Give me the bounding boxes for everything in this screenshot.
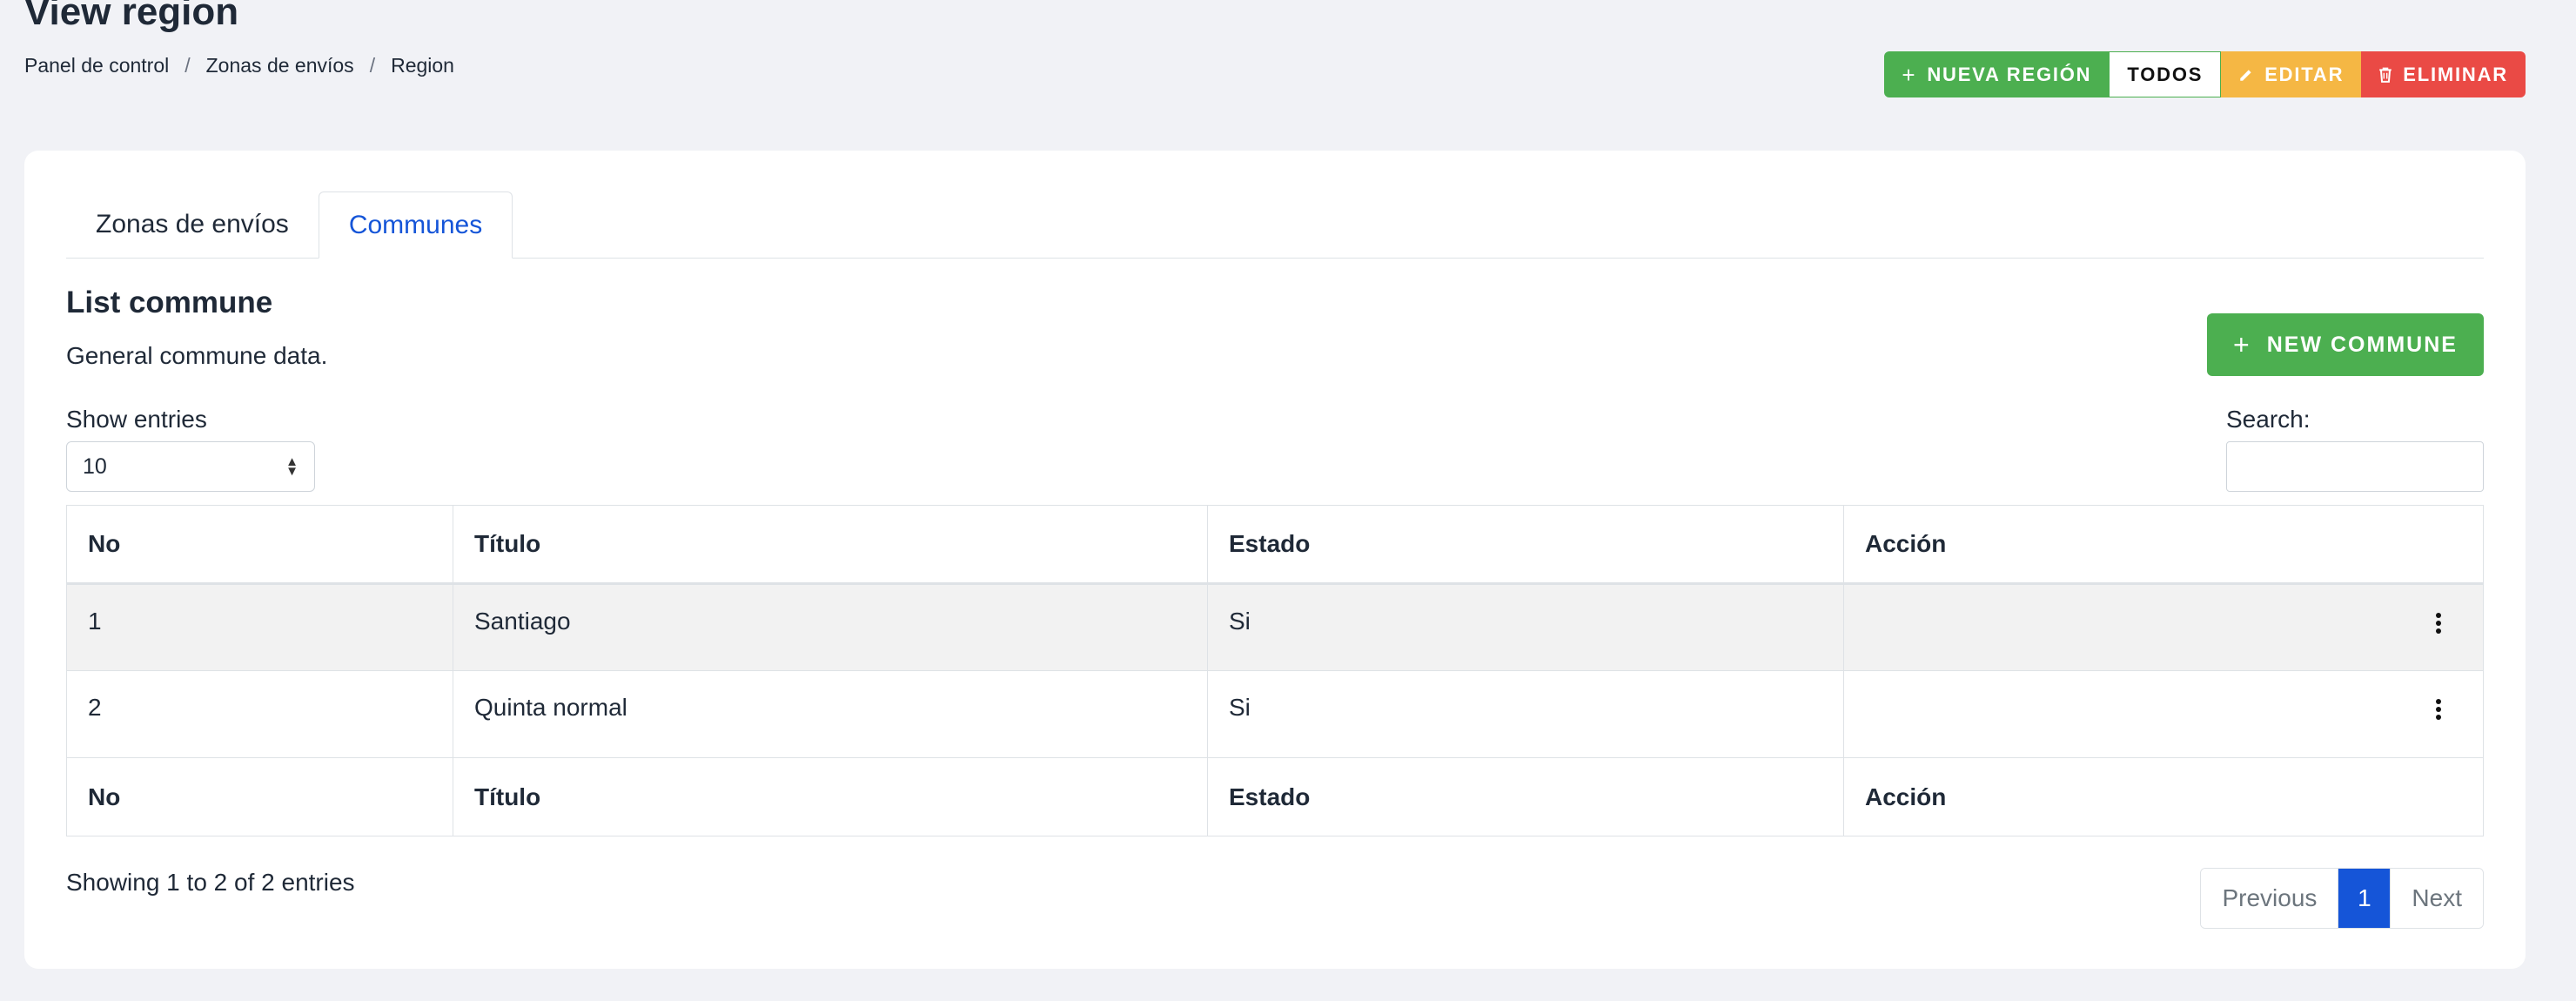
cell-no: 2 <box>66 670 453 758</box>
kebab-menu-icon[interactable] <box>2434 699 2443 720</box>
kebab-menu-icon[interactable] <box>2434 613 2443 634</box>
pagination: Previous 1 Next <box>2200 868 2484 929</box>
column-header-no[interactable]: No <box>66 505 453 584</box>
cell-title: Santiago <box>453 583 1208 671</box>
breadcrumb-separator: / <box>184 54 191 77</box>
next-page-button[interactable]: Next <box>2391 869 2483 928</box>
column-footer-no: No <box>66 757 453 836</box>
cell-action <box>1843 583 2484 671</box>
entries-select-value: 10 <box>83 453 107 479</box>
cell-title: Quinta normal <box>453 670 1208 758</box>
breadcrumb-dashboard[interactable]: Panel de control <box>24 54 169 77</box>
delete-button[interactable]: ELIMINAR <box>2361 51 2526 97</box>
cell-status: Si <box>1207 670 1844 758</box>
table-footer-row: No Título Estado Acción <box>66 757 2484 836</box>
tab-bar: Zonas de envíos Communes <box>66 191 2484 259</box>
page-button-1[interactable]: 1 <box>2338 869 2392 928</box>
section-subtitle: General commune data. <box>66 342 328 369</box>
page-title: View region <box>24 0 239 33</box>
show-entries-label: Show entries <box>66 406 207 433</box>
column-footer-status: Estado <box>1207 757 1844 836</box>
delete-label: ELIMINAR <box>2403 63 2508 85</box>
section-title: List commune <box>66 286 273 319</box>
search-label: Search: <box>2226 406 2311 433</box>
table-header-row: No Título Estado Acción <box>66 505 2484 584</box>
breadcrumb-shipping-zones[interactable]: Zonas de envíos <box>206 54 354 77</box>
content-card: Zonas de envíos Communes List commune Ge… <box>24 151 2526 969</box>
new-commune-button[interactable]: + NEW COMMUNE <box>2207 313 2484 376</box>
plus-icon: + <box>2233 328 2251 360</box>
plus-icon: + <box>1902 61 1917 88</box>
edit-label: EDITAR <box>2264 63 2345 85</box>
sort-arrows-icon: ▲ ▼ <box>285 454 299 479</box>
breadcrumb-separator: / <box>369 54 376 77</box>
new-region-button[interactable]: + NUEVA REGIÓN <box>1884 51 2110 97</box>
table-row: 1 Santiago Si <box>66 583 2484 671</box>
cell-action <box>1843 670 2484 758</box>
trash-icon <box>2378 64 2392 86</box>
column-header-action[interactable]: Acción <box>1843 505 2484 584</box>
top-action-group: + NUEVA REGIÓN TODOS EDITAR ELIMINAR <box>1884 51 2526 97</box>
communes-table: No Título Estado Acción 1 Santiago Si 2 … <box>66 505 2484 836</box>
column-footer-title: Título <box>453 757 1208 836</box>
breadcrumb: Panel de control / Zonas de envíos / Reg… <box>24 54 454 77</box>
column-footer-action: Acción <box>1843 757 2484 836</box>
edit-button[interactable]: EDITAR <box>2221 51 2362 97</box>
all-button[interactable]: TODOS <box>2109 51 2222 97</box>
pencil-icon <box>2238 64 2254 86</box>
all-label: TODOS <box>2127 63 2204 85</box>
breadcrumb-current: Region <box>391 54 454 77</box>
search-input[interactable] <box>2226 441 2484 492</box>
cell-status: Si <box>1207 583 1844 671</box>
tab-shipping-zones[interactable]: Zonas de envíos <box>66 191 319 258</box>
tab-communes[interactable]: Communes <box>318 191 513 259</box>
previous-page-button[interactable]: Previous <box>2201 869 2339 928</box>
column-header-status[interactable]: Estado <box>1207 505 1844 584</box>
cell-no: 1 <box>66 583 453 671</box>
table-row: 2 Quinta normal Si <box>66 670 2484 758</box>
new-commune-label: NEW COMMUNE <box>2266 332 2458 357</box>
table-info: Showing 1 to 2 of 2 entries <box>66 869 355 896</box>
column-header-title[interactable]: Título <box>453 505 1208 584</box>
new-region-label: NUEVA REGIÓN <box>1927 63 2092 85</box>
entries-per-page-select[interactable]: 10 ▲ ▼ <box>66 441 315 492</box>
